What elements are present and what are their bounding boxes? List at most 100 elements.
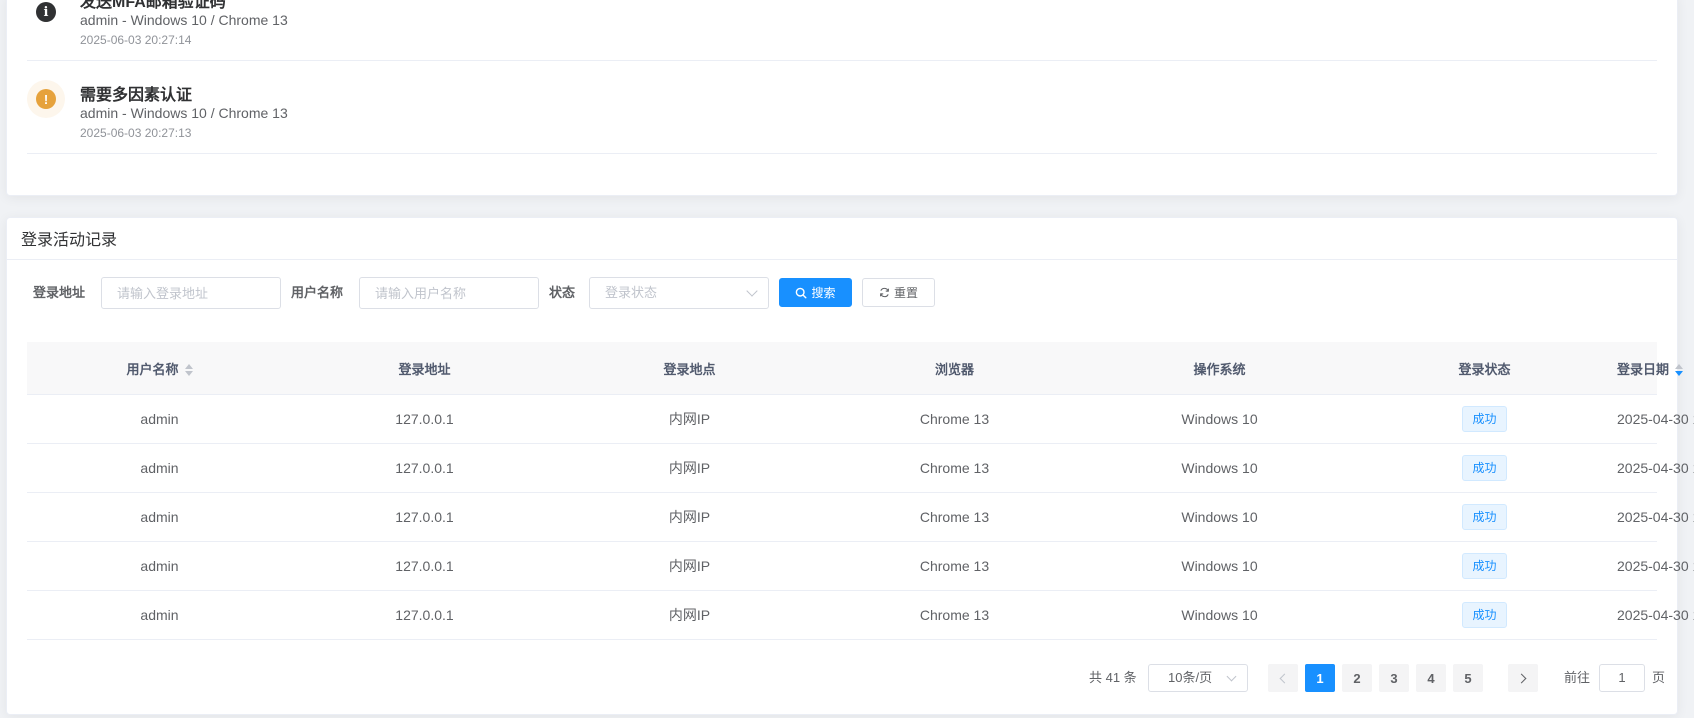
reset-button[interactable]: 重置: [862, 278, 935, 307]
status-tag: 成功: [1462, 504, 1507, 530]
page-suffix: 页: [1652, 670, 1666, 685]
column-header-date[interactable]: 登录日期: [1617, 342, 1684, 395]
page-size-value: 10条/页: [1168, 670, 1213, 685]
activity-title: 发送MFA邮箱验证码: [80, 0, 226, 11]
cell-date: 2025-04-30 14:23:58: [1617, 590, 1694, 640]
activity-time: 2025-06-03 20:27:13: [80, 126, 192, 140]
activity-time: 2025-06-03 20:27:14: [80, 33, 192, 47]
sort-icon[interactable]: [184, 363, 193, 377]
username-label: 用户名称: [291, 285, 344, 300]
cell-browser: Chrome 13: [822, 443, 1087, 493]
total-count: 共 41 条: [1089, 670, 1137, 685]
activity-item: ! 需要多因素认证 admin - Windows 10 / Chrome 13…: [27, 61, 1657, 154]
warning-icon: !: [36, 89, 56, 109]
search-form: 登录地址 用户名称 状态 登录状态 搜索 重置: [27, 277, 1027, 309]
goto-page-input[interactable]: 1: [1599, 664, 1645, 692]
cell-address: 127.0.0.1: [292, 541, 557, 591]
chevron-right-icon: [1516, 673, 1527, 683]
cell-address: 127.0.0.1: [292, 394, 557, 444]
cell-address: 127.0.0.1: [292, 492, 557, 542]
page-button-5[interactable]: 5: [1453, 664, 1483, 692]
cell-status: 成功: [1352, 443, 1617, 493]
cell-browser: Chrome 13: [822, 492, 1087, 542]
cell-username: admin: [27, 443, 292, 493]
cell-location: 内网IP: [557, 541, 822, 591]
refresh-icon: [879, 287, 889, 298]
reset-button-label: 重置: [893, 286, 918, 300]
login-table: 用户名称 登录地址 登录地点 浏览器 操作系统 登录状态 登录日期 admin 1…: [27, 342, 1694, 640]
warning-icon-wrap: !: [27, 80, 65, 118]
goto-label: 前往: [1564, 670, 1591, 685]
column-label: 登录日期: [1617, 361, 1670, 377]
activity-card: i 发送MFA邮箱验证码 admin - Windows 10 / Chrome…: [6, 0, 1678, 196]
cell-location: 内网IP: [557, 492, 822, 542]
status-tag: 成功: [1462, 455, 1507, 481]
cell-os: Windows 10: [1087, 443, 1352, 493]
chevron-down-icon: [1226, 671, 1237, 682]
pagination: 共 41 条 10条/页 12345 前往 1 页: [7, 664, 1667, 692]
column-header-browser: 浏览器: [822, 342, 1087, 395]
column-header-address: 登录地址: [292, 342, 557, 395]
cell-date: 2025-04-30 14:43:35: [1617, 443, 1694, 493]
search-button[interactable]: 搜索: [779, 278, 852, 307]
column-header-location: 登录地点: [557, 342, 822, 395]
username-input[interactable]: [359, 277, 539, 309]
cell-address: 127.0.0.1: [292, 590, 557, 640]
cell-date: 2025-04-30 14:32:40: [1617, 541, 1694, 591]
address-input[interactable]: [101, 277, 281, 309]
table-row: admin 127.0.0.1 内网IP Chrome 13 Windows 10 成功 2…: [27, 541, 1694, 591]
column-header-username[interactable]: 用户名称: [27, 342, 292, 395]
table-row: admin 127.0.0.1 内网IP Chrome 13 Windows 10 成功 2…: [27, 590, 1694, 640]
status-select[interactable]: 登录状态: [589, 277, 769, 309]
cell-location: 内网IP: [557, 394, 822, 444]
status-label: 状态: [549, 285, 576, 300]
search-icon: [796, 287, 807, 299]
cell-browser: Chrome 13: [822, 590, 1087, 640]
page-size-select[interactable]: 10条/页: [1148, 664, 1248, 692]
cell-status: 成功: [1352, 394, 1617, 444]
cell-date: 2025-04-30 15:01:02: [1617, 394, 1694, 444]
cell-os: Windows 10: [1087, 541, 1352, 591]
card-title: 登录活动记录: [7, 218, 1677, 260]
cell-location: 内网IP: [557, 590, 822, 640]
prev-page-button[interactable]: [1268, 664, 1298, 692]
cell-username: admin: [27, 492, 292, 542]
activity-detail: admin - Windows 10 / Chrome 13: [80, 105, 288, 121]
cell-os: Windows 10: [1087, 492, 1352, 542]
cell-status: 成功: [1352, 541, 1617, 591]
column-label: 用户名称: [126, 361, 179, 377]
page-button-3[interactable]: 3: [1379, 664, 1409, 692]
page-button-4[interactable]: 4: [1416, 664, 1446, 692]
info-icon: i: [36, 2, 56, 22]
column-header-os: 操作系统: [1087, 342, 1352, 395]
status-tag: 成功: [1462, 553, 1507, 579]
address-label: 登录地址: [33, 285, 86, 300]
activity-title: 需要多因素认证: [80, 87, 193, 104]
cell-location: 内网IP: [557, 443, 822, 493]
table-row: admin 127.0.0.1 内网IP Chrome 13 Windows 10 成功 2…: [27, 394, 1694, 444]
sort-icon[interactable]: [1675, 363, 1684, 377]
column-header-status: 登录状态: [1352, 342, 1617, 395]
cell-status: 成功: [1352, 492, 1617, 542]
table-header-row: 用户名称 登录地址 登录地点 浏览器 操作系统 登录状态 登录日期: [27, 342, 1684, 395]
cell-address: 127.0.0.1: [292, 443, 557, 493]
cell-os: Windows 10: [1087, 590, 1352, 640]
next-page-button[interactable]: [1508, 664, 1538, 692]
activity-item: i 发送MFA邮箱验证码 admin - Windows 10 / Chrome…: [27, 0, 1657, 61]
page-button-1[interactable]: 1: [1305, 664, 1335, 692]
info-icon-wrap: i: [27, 0, 65, 31]
page-button-2[interactable]: 2: [1342, 664, 1372, 692]
cell-date: 2025-04-30 14:43:07: [1617, 492, 1694, 542]
cell-username: admin: [27, 394, 292, 444]
cell-username: admin: [27, 590, 292, 640]
chevron-left-icon: [1279, 673, 1290, 683]
status-tag: 成功: [1462, 602, 1507, 628]
table-row: admin 127.0.0.1 内网IP Chrome 13 Windows 10 成功 2…: [27, 492, 1694, 542]
cell-username: admin: [27, 541, 292, 591]
activity-detail: admin - Windows 10 / Chrome 13: [80, 12, 288, 28]
status-tag: 成功: [1462, 406, 1507, 432]
cell-os: Windows 10: [1087, 394, 1352, 444]
search-button-label: 搜索: [811, 286, 836, 300]
cell-browser: Chrome 13: [822, 541, 1087, 591]
chevron-down-icon: [746, 285, 758, 297]
